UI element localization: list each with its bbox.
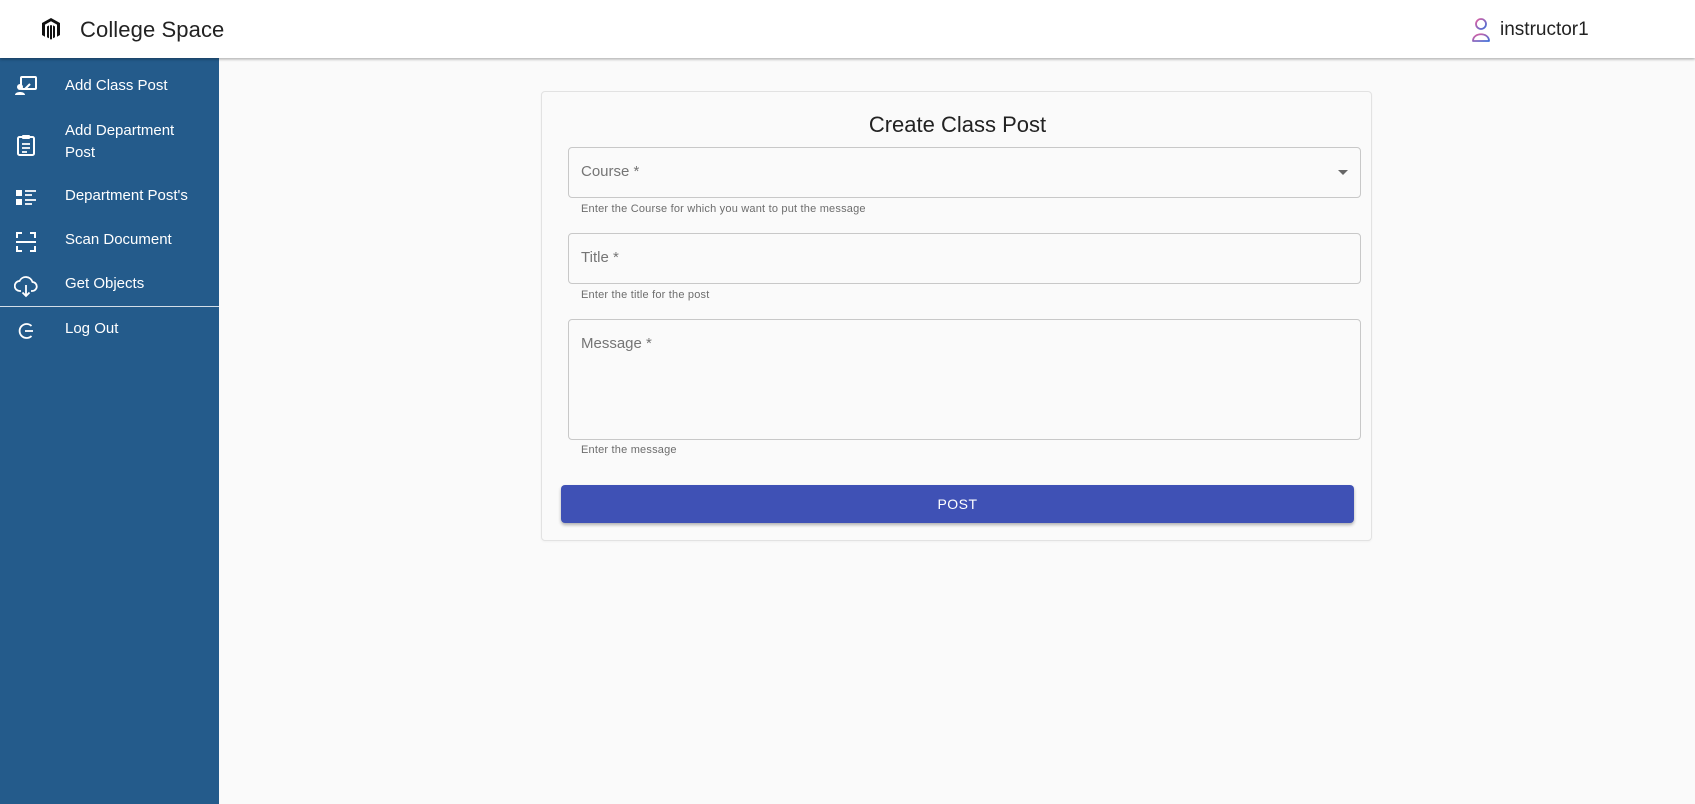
sidebar-item-department-posts[interactable]: Department Post's (0, 168, 219, 212)
course-label: Course * (581, 163, 640, 180)
sidebar: Add Class Post Add Department Post Depar… (0, 58, 219, 804)
title-input[interactable]: Title * (568, 233, 1361, 284)
sidebar-item-label: Department Post's (65, 187, 188, 204)
message-helper-text: Enter the message (581, 444, 677, 456)
title-label: Title * (581, 249, 619, 266)
course-select[interactable]: Course * (568, 147, 1361, 198)
post-button[interactable]: POST (561, 485, 1354, 523)
sidebar-item-log-out[interactable]: Log Out (0, 307, 219, 351)
clipboard-icon (17, 135, 35, 156)
sidebar-item-label: Log Out (65, 320, 119, 337)
course-helper-text: Enter the Course for which you want to p… (581, 203, 866, 215)
class-post-icon (15, 76, 37, 95)
form-title: Create Class Post (868, 112, 1047, 137)
sidebar-item-add-class-post[interactable]: Add Class Post (0, 58, 219, 114)
sidebar-item-add-department-post[interactable]: Add Department Post (0, 114, 219, 168)
title-helper-text: Enter the title for the post (581, 289, 710, 301)
sidebar-item-get-objects[interactable]: Get Objects (0, 256, 219, 302)
list-icon (16, 190, 36, 205)
magento-logo-icon[interactable] (40, 17, 62, 41)
user-menu[interactable]: instructor1 (1470, 17, 1589, 43)
sidebar-item-label: Add Department Post (65, 122, 175, 161)
message-label: Message * (581, 335, 652, 352)
top-app-bar: College Space instructor1 (0, 0, 1695, 58)
sidebar-item-scan-document[interactable]: Scan Document (0, 212, 219, 256)
sidebar-item-label: Add Class Post (65, 77, 168, 94)
app-title[interactable]: College Space (80, 17, 224, 43)
create-class-post-card: Create Class Post Course * Enter the Cou… (541, 91, 1372, 541)
logout-icon (18, 323, 33, 339)
scan-icon (16, 232, 36, 252)
username-label: instructor1 (1500, 19, 1589, 40)
user-icon (1472, 18, 1490, 42)
sidebar-item-label: Scan Document (65, 231, 172, 248)
cloud-download-icon (14, 276, 38, 298)
chevron-down-icon[interactable] (1338, 170, 1348, 175)
sidebar-item-label: Get Objects (65, 275, 145, 292)
message-textarea[interactable]: Message * (568, 319, 1361, 440)
